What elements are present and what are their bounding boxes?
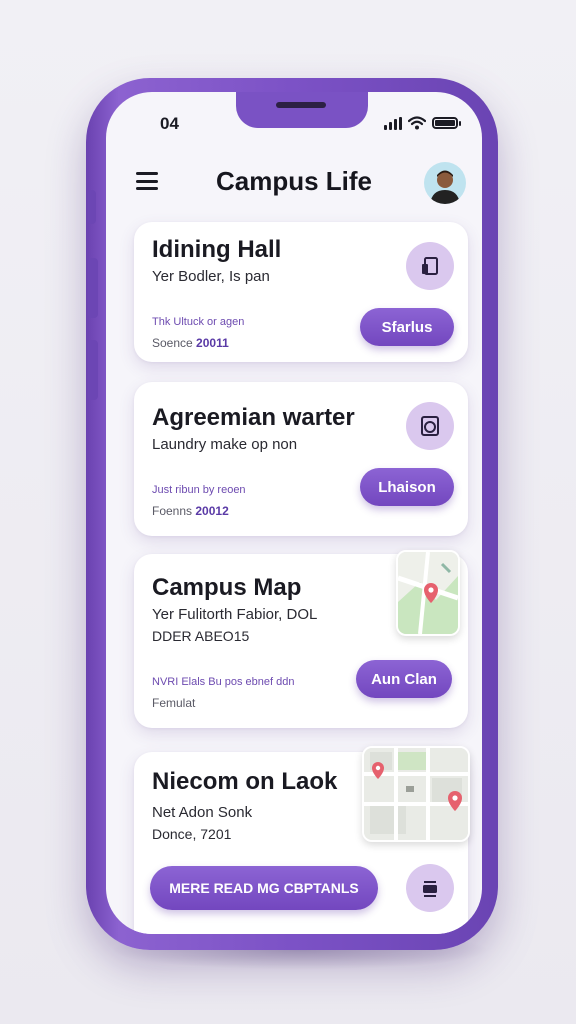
card-subtitle-secondary: DDER ABEO15	[152, 628, 250, 644]
card-title: Idining Hall	[152, 236, 282, 263]
card-action-button[interactable]: Lhaison	[360, 468, 454, 506]
battery-icon	[432, 117, 461, 129]
card-laundry[interactable]: Agreemian warter Laundry make op non Jus…	[134, 382, 468, 536]
card-meta: Thk Ultuck or agen	[152, 316, 245, 328]
avatar[interactable]	[424, 162, 466, 204]
card-meta: Just ribun by reoen	[152, 484, 246, 496]
card-action-button[interactable]: MERE READ MG CBPTANLS	[150, 866, 378, 910]
card-meta-value: 20011	[196, 336, 229, 350]
card-dining-hall[interactable]: Idining Hall Yer Bodler, Is pan Thk Ultu…	[134, 222, 468, 362]
card-meta-value: 20012	[195, 504, 229, 518]
card-subtitle: Laundry make op non	[152, 436, 298, 453]
card-meta-label: Soence	[152, 336, 193, 350]
status-icons	[384, 116, 461, 130]
card-meta-label: Femulat	[152, 696, 196, 710]
card-subtitle-secondary: Donce, 7201	[152, 826, 232, 842]
volume-up-button	[88, 258, 98, 318]
card-title: Agreemian warter	[152, 404, 355, 431]
card-meta: NVRI Elals Bu pos ebnef ddn	[152, 676, 295, 688]
volume-down-button	[88, 340, 98, 400]
card-subtitle: Net Adon Sonk	[152, 804, 253, 821]
map-thumbnail[interactable]	[396, 550, 460, 636]
status-time: 04	[160, 114, 179, 133]
dining-icon	[406, 242, 454, 290]
phone-screen: 04 Campus Life Idining Hall Yer Bodler, …	[106, 92, 482, 934]
card-subtitle: Yer Bodler, Is pan	[152, 268, 270, 285]
wifi-icon	[408, 116, 426, 130]
card-title: Campus Map	[152, 574, 302, 601]
card-action-button[interactable]: Sfarlus	[360, 308, 454, 346]
card-niecom[interactable]: Niecom on Laok Net Adon Sonk Donce, 7201…	[134, 746, 470, 934]
speaker-grille	[276, 102, 326, 108]
card-meta-label: Foenns	[152, 504, 193, 518]
signal-icon	[384, 116, 402, 130]
mute-switch	[88, 190, 96, 224]
notch	[236, 92, 368, 128]
card-action-button[interactable]: Aun Clan	[356, 660, 452, 698]
map-thumbnail[interactable]	[362, 746, 470, 842]
camera-icon[interactable]	[406, 864, 454, 912]
card-meta-secondary: Foenns 20012	[152, 504, 229, 518]
card-subtitle: Yer Fulitorth Fabior, DOL	[152, 606, 318, 623]
laundry-icon	[406, 402, 454, 450]
card-title: Niecom on Laok	[152, 768, 338, 795]
card-campus-map[interactable]: Campus Map Yer Fulitorth Fabior, DOL DDE…	[134, 550, 468, 728]
card-meta-secondary: Soence 20011	[152, 336, 229, 350]
